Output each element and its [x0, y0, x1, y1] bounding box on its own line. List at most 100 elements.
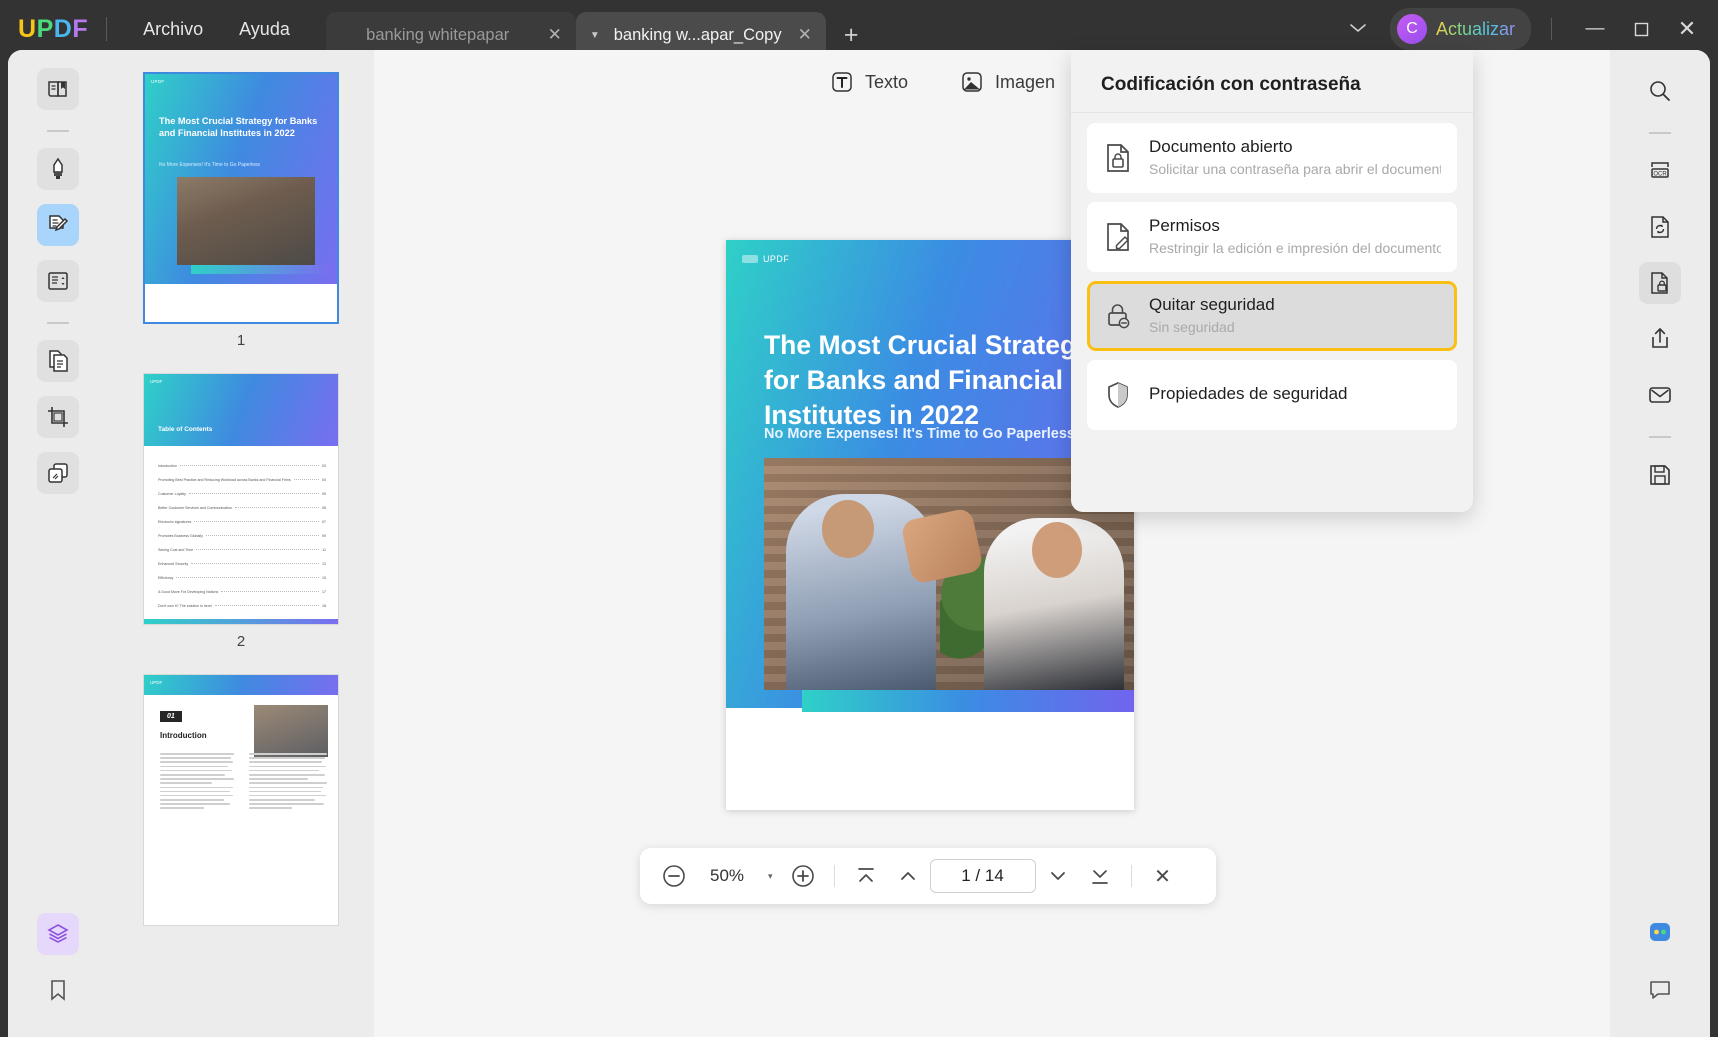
convert-document-icon: [1651, 216, 1669, 238]
mail-button[interactable]: [1639, 374, 1681, 416]
security-panel-title: Codificación con contraseña: [1071, 50, 1473, 113]
svg-text:OCR: OCR: [1653, 171, 1667, 177]
sidebar-item-compress[interactable]: [37, 452, 79, 494]
thumbnail-panel[interactable]: UPDF The Most Crucial Strategy for Banks…: [108, 50, 374, 1037]
toc-dots: [221, 591, 319, 592]
security-item-text: Documento abierto Solicitar una contrase…: [1149, 136, 1441, 180]
zoom-out-button[interactable]: [654, 856, 694, 896]
tool-texto[interactable]: Texto: [830, 70, 908, 94]
ai-assistant-icon: [1650, 923, 1670, 941]
toc-dots: [234, 507, 319, 508]
security-item-permissions[interactable]: Permisos Restringir la edición e impresi…: [1087, 201, 1457, 272]
upgrade-button[interactable]: C Actualizar: [1389, 8, 1531, 50]
sidebar-item-layers[interactable]: [37, 913, 79, 955]
thumb2-toc-heading: Table of Contents: [158, 426, 213, 433]
thumb3-logo: UPDF: [150, 680, 163, 685]
sidebar-item-reader[interactable]: [37, 68, 79, 110]
zoom-out-icon: [663, 865, 685, 887]
search-button[interactable]: [1639, 70, 1681, 112]
toc-row: Don't own it? The solution is here! 18: [158, 604, 326, 608]
crop-icon: [48, 407, 68, 427]
tool-label: Imagen: [994, 71, 1056, 92]
toc-dots: [205, 535, 319, 536]
thumb2-hero: [144, 374, 338, 446]
thumbnail-number: 1: [236, 332, 246, 349]
toc-row: Efficiency 15: [158, 576, 326, 580]
page-accent-bar: [802, 690, 1134, 712]
logo-letter-p: P: [36, 14, 54, 43]
document-lock-icon: [1103, 142, 1133, 174]
right-rail-divider-2: [1649, 436, 1671, 438]
right-sidebar: OCR: [1610, 50, 1710, 1037]
security-item-open-document[interactable]: Documento abierto Solicitar una contrase…: [1087, 123, 1457, 193]
thumb3-hero: [144, 675, 338, 695]
toc-label: Electronic signatures: [158, 520, 192, 524]
toc-page: 03: [322, 464, 326, 468]
menu-archivo[interactable]: Archivo: [125, 13, 221, 46]
thumbnail-page-3[interactable]: UPDF 01 Introduction: [143, 674, 339, 926]
sidebar-item-bookmarks[interactable]: [37, 969, 79, 1011]
thumb1-subtitle: No More Expenses! It's Time to Go Paperl…: [159, 162, 260, 168]
first-page-button[interactable]: [846, 856, 886, 896]
layers-icon: [47, 924, 69, 943]
new-tab-button[interactable]: +: [844, 21, 859, 50]
security-item-title: Quitar seguridad: [1149, 294, 1275, 314]
copy-pages-icon: [48, 463, 68, 483]
last-page-button[interactable]: [1080, 856, 1120, 896]
sidebar-item-edit-pdf[interactable]: [37, 204, 79, 246]
tab-list-chevron-icon[interactable]: [1326, 19, 1390, 39]
sidebar-item-convert[interactable]: [37, 340, 79, 382]
comment-button[interactable]: [1639, 969, 1681, 1011]
chevron-up-icon: [900, 872, 915, 880]
sidebar-item-crop[interactable]: [37, 396, 79, 438]
bookmark-icon: [51, 980, 65, 1001]
security-item-title: Propiedades de seguridad: [1149, 384, 1348, 404]
document-lock-icon: [1651, 272, 1668, 294]
ocr-icon: OCR: [1651, 162, 1669, 178]
save-button[interactable]: [1639, 454, 1681, 496]
tool-imagen[interactable]: Imagen: [960, 70, 1055, 94]
save-icon: [1650, 465, 1670, 485]
toc-dots: [293, 479, 319, 480]
tab-close-icon[interactable]: ✕: [798, 25, 812, 45]
documents-icon: [49, 350, 68, 372]
thumbnail-page-1[interactable]: UPDF The Most Crucial Strategy for Banks…: [143, 72, 339, 324]
tab-close-icon[interactable]: ✕: [548, 25, 562, 45]
sidebar-item-organize-pages[interactable]: [37, 260, 79, 302]
previous-page-button[interactable]: [888, 856, 928, 896]
protect-button[interactable]: [1639, 262, 1681, 304]
menu-ayuda[interactable]: Ayuda: [221, 13, 308, 46]
toc-page: 15: [322, 576, 326, 580]
security-item-remove-security[interactable]: Quitar seguridad Sin seguridad: [1087, 280, 1457, 351]
security-item-security-properties[interactable]: Propiedades de seguridad: [1087, 359, 1457, 430]
ocr-button[interactable]: OCR: [1639, 150, 1681, 192]
document-pen-icon: [1103, 221, 1133, 253]
close-toolbar-button[interactable]: ✕: [1143, 856, 1183, 896]
page-navigation-toolbar: 50% ▾ 1 / 14 ✕: [640, 848, 1216, 904]
zoom-dropdown-caret-icon[interactable]: ▾: [760, 871, 781, 882]
avatar: C: [1396, 14, 1427, 44]
thumbnail-item-3[interactable]: UPDF 01 Introduction: [108, 664, 374, 926]
page-logo: UPDF: [742, 254, 789, 264]
thumbnail-number: 2: [236, 633, 246, 650]
page-logo-text: UPDF: [763, 254, 790, 264]
share-button[interactable]: [1639, 318, 1681, 360]
next-page-button[interactable]: [1038, 856, 1078, 896]
zoom-in-button[interactable]: [783, 856, 823, 896]
thumbnail-page-2[interactable]: UPDF Table of Contents Introduction 03 P…: [143, 373, 339, 625]
ai-assistant-button[interactable]: [1639, 911, 1681, 953]
search-icon: [1650, 81, 1670, 101]
convert-button[interactable]: [1639, 206, 1681, 248]
chevron-down-icon[interactable]: ▼: [590, 30, 600, 41]
thumbnail-item-1[interactable]: UPDF The Most Crucial Strategy for Banks…: [108, 62, 374, 363]
toc-label: Promotes Business Globally: [158, 534, 203, 538]
toc-page: 09: [322, 534, 326, 538]
thumb3-badge: 01: [160, 711, 182, 722]
toc-row: Introduction 03: [158, 464, 326, 468]
thumbnail-item-2[interactable]: UPDF Table of Contents Introduction 03 P…: [108, 363, 374, 664]
page-title: The Most Crucial Strategy for Banks and …: [764, 330, 1091, 431]
toc-label: Customer Loyalty: [158, 492, 186, 496]
sidebar-item-annotate[interactable]: [37, 148, 79, 190]
page-number-input[interactable]: 1 / 14: [929, 859, 1036, 893]
zoom-level-value[interactable]: 50%: [696, 866, 758, 886]
